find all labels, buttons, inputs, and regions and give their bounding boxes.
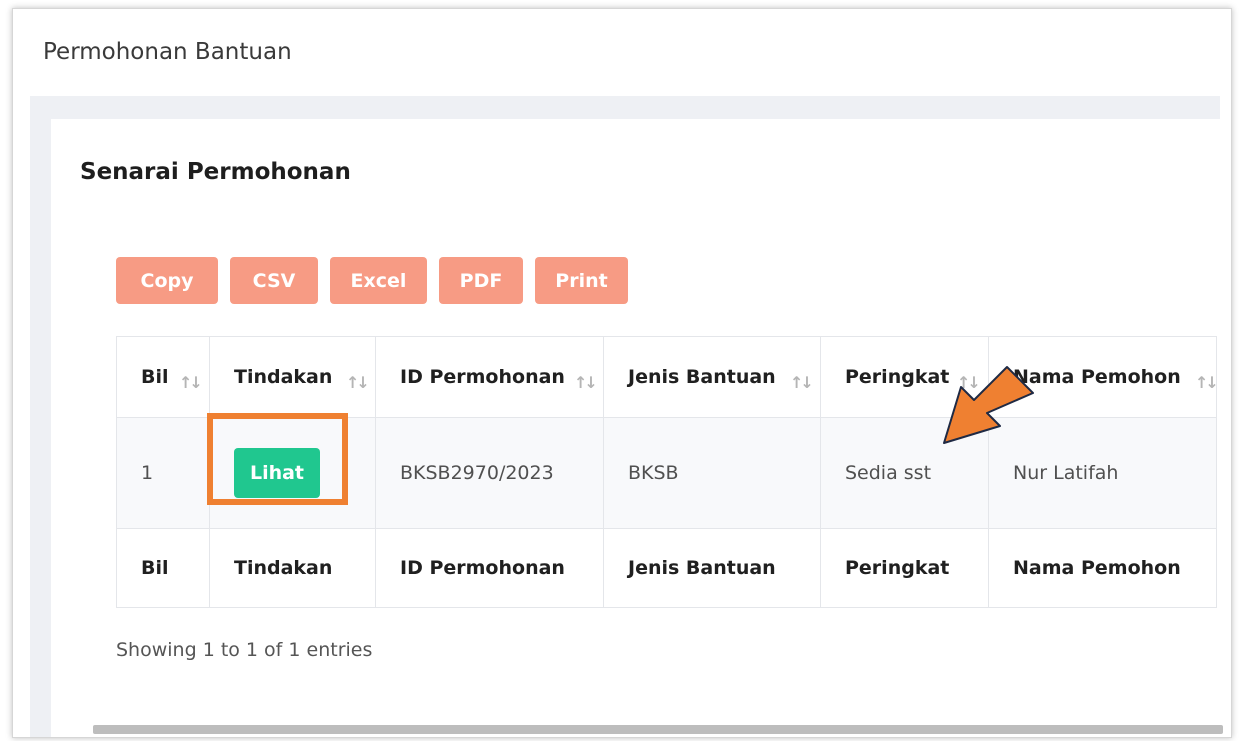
cell-bil: 1 [116,417,210,529]
column-label: Tindakan [234,366,333,388]
copy-button[interactable]: Copy [116,257,218,304]
footer-label-id-permohonan: ID Permohonan [375,528,604,608]
sort-icon: ↑↓ [790,373,814,392]
column-header-id-permohonan[interactable]: ID Permohonan ↑↓ [375,336,604,418]
excel-button[interactable]: Excel [330,257,427,304]
csv-button[interactable]: CSV [230,257,318,304]
footer-label-tindakan: Tindakan [209,528,376,608]
column-header-bil[interactable]: Bil ↑↓ [116,336,210,418]
sort-icon: ↑↓ [574,373,598,392]
column-header-peringkat[interactable]: Peringkat ↑↓ [820,336,989,418]
footer-label-jenis-bantuan: Jenis Bantuan [603,528,821,608]
column-label: ID Permohonan [400,366,565,388]
cell-nama-pemohon: Nur Latifah [988,417,1217,529]
window-frame: Permohonan Bantuan Senarai Permohonan Co… [12,8,1232,738]
footer-label-nama-pemohon: Nama Pemohon [988,528,1217,608]
column-header-nama-pemohon[interactable]: Nama Pemohon ↑↓ [988,336,1217,418]
cell-peringkat: Sedia sst [820,417,989,529]
column-label: Nama Pemohon [1013,366,1181,388]
card-title: Senarai Permohonan [80,159,351,185]
column-header-tindakan[interactable]: Tindakan ↑↓ [209,336,376,418]
horizontal-scrollbar[interactable] [93,725,1223,734]
export-toolbar: Copy CSV Excel PDF Print [116,257,628,304]
footer-label-bil: Bil [116,528,210,608]
print-button[interactable]: Print [535,257,628,304]
sort-icon: ↑↓ [957,373,981,392]
highlight-box [207,413,348,505]
pdf-button[interactable]: PDF [439,257,523,304]
column-label: Bil [141,366,169,388]
column-header-jenis-bantuan[interactable]: Jenis Bantuan ↑↓ [603,336,821,418]
table-footer-row: Bil Tindakan ID Permohonan Jenis Bantuan… [116,528,1217,608]
column-label: Peringkat [845,366,950,388]
sort-icon: ↑↓ [346,373,370,392]
column-label: Jenis Bantuan [628,366,776,388]
sort-icon: ↑↓ [179,373,203,392]
sort-icon: ↑↓ [1195,373,1216,392]
page-title: Permohonan Bantuan [43,39,292,65]
table-info: Showing 1 to 1 of 1 entries [116,639,373,661]
cell-jenis-bantuan: BKSB [603,417,821,529]
footer-label-peringkat: Peringkat [820,528,989,608]
cell-id-permohonan: BKSB2970/2023 [375,417,604,529]
table-header-row: Bil ↑↓ Tindakan ↑↓ ID Permohonan ↑↓ Jeni… [116,336,1217,418]
